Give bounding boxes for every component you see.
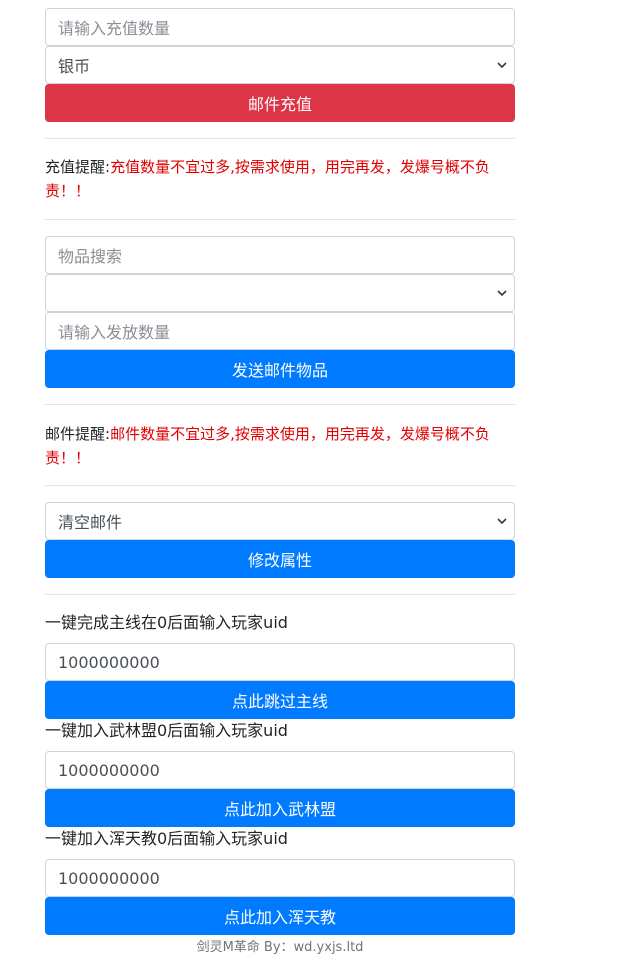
attribute-action-select[interactable]: 清空邮件 [45, 502, 515, 540]
mail-notice-prefix: 邮件提醒: [45, 425, 111, 443]
wulin-label: 一键加入武林盟0后面输入玩家uid [45, 721, 288, 740]
huntian-label: 一键加入浑天教0后面输入玩家uid [45, 829, 288, 848]
modify-attribute-button-label: 修改属性 [247, 551, 312, 570]
main-quest-uid-input[interactable]: 1000000000 [45, 643, 515, 681]
divider [45, 594, 515, 595]
join-wulin-button-label: 点此加入武林盟 [223, 800, 336, 819]
recharge-notice-prefix: 充值提醒: [45, 158, 111, 176]
join-huntian-button-label: 点此加入浑天教 [223, 908, 336, 927]
item-quantity-input[interactable]: 请输入发放数量 [45, 312, 515, 350]
divider [45, 219, 515, 220]
currency-select[interactable]: 银币 [45, 46, 515, 84]
wulin-uid-value: 1000000000 [58, 760, 160, 780]
main-quest-label: 一键完成主线在0后面输入玩家uid [45, 613, 288, 632]
chevron-down-icon [497, 290, 507, 297]
recharge-notice-text: 充值数量不宜过多,按需求使用，用完再发，发爆号概不负责！！ [45, 158, 490, 200]
mail-notice-text: 邮件数量不宜过多,按需求使用，用完再发，发爆号概不负责！！ [45, 425, 490, 467]
join-wulin-button[interactable]: 点此加入武林盟 [45, 789, 515, 827]
main-quest-uid-value: 1000000000 [58, 652, 160, 672]
huntian-uid-value: 1000000000 [58, 868, 160, 888]
skip-main-quest-button-label: 点此跳过主线 [231, 692, 328, 711]
send-mail-item-button-label: 发送邮件物品 [231, 361, 328, 380]
recharge-amount-placeholder: 请输入充值数量 [58, 19, 171, 38]
wulin-uid-input[interactable]: 1000000000 [45, 751, 515, 789]
skip-main-quest-button[interactable]: 点此跳过主线 [45, 681, 515, 719]
huntian-uid-input[interactable]: 1000000000 [45, 859, 515, 897]
mail-notice: 邮件提醒:邮件数量不宜过多,按需求使用，用完再发，发爆号概不负责！！ [45, 422, 515, 470]
currency-select-value: 银币 [58, 57, 91, 76]
item-select[interactable] [45, 274, 515, 312]
send-mail-item-button[interactable]: 发送邮件物品 [45, 350, 515, 388]
mail-recharge-button[interactable]: 邮件充值 [45, 84, 515, 122]
divider [45, 485, 515, 486]
modify-attribute-button[interactable]: 修改属性 [45, 540, 515, 578]
footer-credit: 剑灵M革命 By：wd.yxjs.ltd [196, 940, 364, 955]
recharge-amount-input[interactable]: 请输入充值数量 [45, 8, 515, 46]
divider [45, 404, 515, 405]
chevron-down-icon [497, 518, 507, 525]
divider [45, 138, 515, 139]
join-huntian-button[interactable]: 点此加入浑天教 [45, 897, 515, 935]
recharge-notice: 充值提醒:充值数量不宜过多,按需求使用，用完再发，发爆号概不负责！！ [45, 155, 515, 203]
mail-recharge-button-label: 邮件充值 [247, 95, 312, 114]
item-search-input[interactable]: 物品搜索 [45, 236, 515, 274]
attribute-action-value: 清空邮件 [58, 513, 123, 532]
item-search-placeholder: 物品搜索 [58, 247, 123, 266]
chevron-down-icon [497, 62, 507, 69]
item-quantity-placeholder: 请输入发放数量 [58, 323, 171, 342]
